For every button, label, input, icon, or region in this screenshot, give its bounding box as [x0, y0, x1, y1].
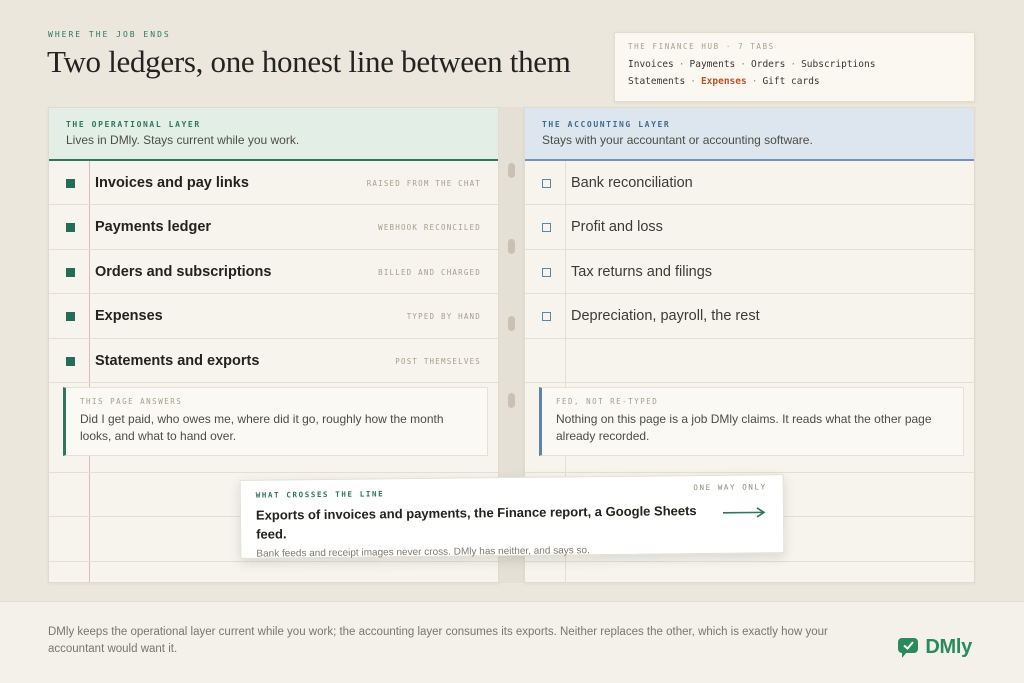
- accounting-item[interactable]: Depreciation, payroll, the rest: [525, 294, 974, 339]
- dmly-logo[interactable]: DMly: [897, 636, 972, 659]
- ruled-line: [49, 472, 498, 473]
- finance-hub-row-1: Invoices · Payments · Orders · Subscriptions: [628, 59, 876, 70]
- operational-note: THIS PAGE ANSWERS Did I get paid, who ow…: [63, 387, 488, 456]
- footer-text: DMly keeps the operational layer current…: [48, 626, 828, 655]
- operational-item[interactable]: Statements and exports POST THEMSELVES: [49, 339, 498, 383]
- operational-item-tag: RAISED FROM THE CHAT: [366, 179, 481, 188]
- crossing-card: WHAT CROSSES THE LINE ONE WAY ONLY Expor…: [239, 474, 785, 560]
- operational-item-label: Payments ledger: [95, 219, 212, 236]
- operational-layer-subtitle: Lives in DMly. Stays current while you w…: [66, 133, 300, 147]
- accounting-item-label: Tax returns and filings: [571, 263, 713, 280]
- binder-ring: [508, 393, 515, 408]
- operational-item-tag: WEBHOOK RECONCILED: [378, 223, 481, 233]
- page-title: Two ledgers, one honest line between the…: [47, 44, 571, 79]
- operational-list: Invoices and pay links RAISED FROM THE C…: [49, 161, 498, 383]
- operational-item[interactable]: Payments ledger WEBHOOK RECONCILED: [49, 205, 498, 250]
- accounting-layer-subtitle: Stays with your accountant or accounting…: [542, 133, 813, 147]
- operational-item-tag: BILLED AND CHARGED: [378, 267, 481, 277]
- binder-ring: [508, 239, 515, 254]
- crossing-main-text: Exports of invoices and payments, the Fi…: [255, 503, 697, 542]
- accounting-note-text: Nothing on this page is a job DMly claim…: [556, 412, 932, 443]
- accounting-note-label: FED, NOT RE-TYPED: [556, 397, 659, 406]
- accounting-layer-header: THE ACCOUNTING LAYER Stays with your acc…: [525, 108, 974, 161]
- accounting-item-label: Bank reconciliation: [571, 175, 693, 191]
- accounting-item[interactable]: Profit and loss: [525, 205, 974, 250]
- accounting-item[interactable]: Bank reconciliation: [525, 161, 974, 206]
- filled-square-icon: [66, 223, 75, 233]
- operational-note-text: Did I get paid, who owes me, where did i…: [80, 412, 444, 443]
- arrow-right-icon: [722, 507, 766, 518]
- accounting-note: FED, NOT RE-TYPED Nothing on this page i…: [539, 387, 964, 456]
- operational-item-tag: POST THEMSELVES: [395, 356, 481, 366]
- operational-item-label: Orders and subscriptions: [95, 263, 272, 280]
- operational-item-label: Invoices and pay links: [95, 175, 249, 191]
- accounting-empty-row: [525, 339, 974, 383]
- binder-ring: [508, 163, 515, 178]
- finance-hub-card: THE FINANCE HUB · 7 TABS Invoices · Paymen…: [614, 32, 975, 102]
- operational-layer-header: THE OPERATIONAL LAYER Lives in DMly. Sta…: [49, 108, 498, 161]
- ruled-line: [525, 561, 974, 562]
- hub-tab-gift-cards[interactable]: Gift cards: [762, 76, 819, 87]
- operational-item[interactable]: Invoices and pay links RAISED FROM THE C…: [49, 161, 498, 206]
- accounting-item[interactable]: Tax returns and filings: [525, 250, 974, 295]
- footer: DMly keeps the operational layer current…: [0, 601, 1024, 683]
- accounting-item-label: Depreciation, payroll, the rest: [571, 308, 760, 325]
- accounting-layer-label: THE ACCOUNTING LAYER: [542, 120, 671, 129]
- empty-square-icon: [542, 267, 551, 277]
- ruled-line: [525, 472, 974, 473]
- finance-hub-row-2: Statements · Expenses · Gift cards: [628, 76, 820, 87]
- hub-tab-orders[interactable]: Orders: [751, 59, 785, 70]
- crossing-label: WHAT CROSSES THE LINE: [255, 489, 385, 500]
- filled-square-icon: [66, 356, 75, 366]
- filled-square-icon: [66, 267, 75, 277]
- accounting-list: Bank reconciliation Profit and loss Tax …: [525, 161, 974, 383]
- dmly-logo-icon: [898, 637, 919, 658]
- crossing-tag: ONE WAY ONLY: [693, 482, 767, 493]
- hub-tab-invoices[interactable]: Invoices: [628, 59, 674, 70]
- hub-tab-subscriptions[interactable]: Subscriptions: [801, 59, 875, 70]
- filled-square-icon: [66, 179, 75, 188]
- logo-text: DMly: [925, 636, 972, 658]
- accounting-item-label: Profit and loss: [571, 219, 663, 236]
- filled-square-icon: [66, 312, 75, 322]
- operational-item-label: Expenses: [95, 308, 163, 325]
- operational-item[interactable]: Expenses TYPED BY HAND: [49, 294, 498, 339]
- operational-note-label: THIS PAGE ANSWERS: [80, 397, 183, 406]
- hub-tab-expenses[interactable]: Expenses: [701, 76, 747, 87]
- ruled-line: [49, 561, 498, 562]
- hub-tab-statements[interactable]: Statements: [628, 76, 685, 87]
- eyebrow: WHERE THE JOB ENDS: [48, 30, 171, 39]
- empty-square-icon: [542, 179, 551, 188]
- operational-item-label: Statements and exports: [95, 352, 260, 369]
- finance-hub-label: THE FINANCE HUB · 7 TABS: [628, 42, 775, 51]
- operational-item[interactable]: Orders and subscriptions BILLED AND CHAR…: [49, 250, 498, 295]
- operational-item-tag: TYPED BY HAND: [406, 312, 481, 322]
- empty-square-icon: [542, 223, 551, 233]
- operational-layer-label: THE OPERATIONAL LAYER: [66, 120, 201, 129]
- empty-square-icon: [542, 312, 551, 322]
- hub-tab-payments[interactable]: Payments: [690, 59, 736, 70]
- binder-ring: [508, 316, 515, 331]
